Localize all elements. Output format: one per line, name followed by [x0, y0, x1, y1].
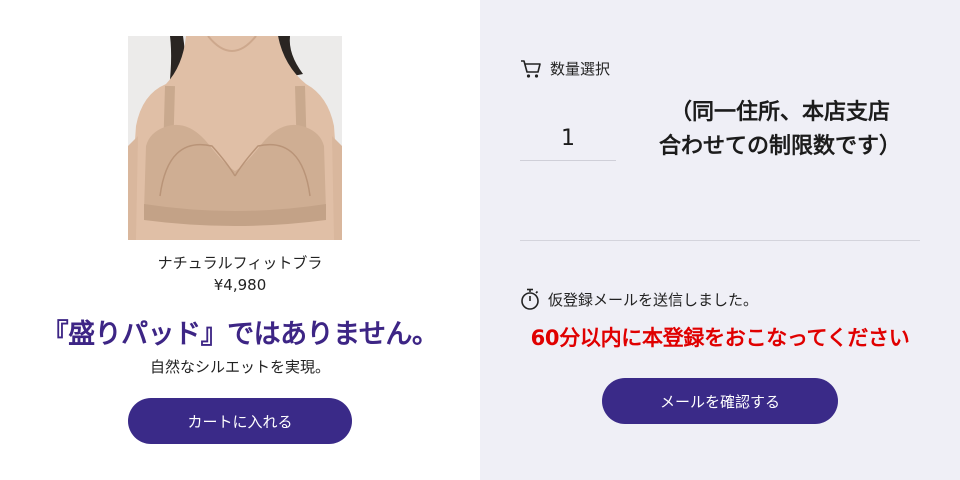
- quantity-input[interactable]: [520, 116, 616, 161]
- product-headline: 『盛りパッド』ではありません。: [41, 319, 439, 350]
- registration-message-text: 仮登録メールを送信しました。: [548, 290, 759, 309]
- product-image: [128, 36, 342, 240]
- page: ナチュラルフィットブラ ¥4,980 『盛りパッド』ではありません。 自然なシル…: [0, 0, 960, 480]
- product-price: ¥4,980: [213, 276, 267, 294]
- quantity-limit-note-line2: 合わせての制限数です）: [658, 134, 901, 159]
- registration-message: 仮登録メールを送信しました。: [520, 288, 758, 310]
- registration-deadline-alert: 60分以内に本登録をおこなってください: [530, 326, 910, 350]
- check-email-button[interactable]: メールを確認する: [602, 378, 838, 424]
- cart-icon: [520, 59, 542, 79]
- product-name: ナチュラルフィットブラ: [157, 254, 323, 272]
- quantity-header-label: 数量選択: [550, 60, 611, 78]
- stopwatch-icon: [520, 288, 540, 310]
- product-photo-illustration: [128, 36, 342, 240]
- section-divider: [520, 240, 920, 241]
- quantity-header: 数量選択: [520, 58, 610, 79]
- quantity-limit-note: （同一住所、本店支店 合わせての制限数です）: [630, 96, 930, 164]
- order-panel: 数量選択 （同一住所、本店支店 合わせての制限数です） 仮登録メールを送信しまし…: [480, 0, 960, 480]
- product-subline: 自然なシルエットを実現。: [149, 358, 330, 376]
- quantity-limit-note-line1: （同一住所、本店支店: [669, 100, 890, 125]
- product-panel: ナチュラルフィットブラ ¥4,980 『盛りパッド』ではありません。 自然なシル…: [0, 0, 480, 480]
- add-to-cart-button[interactable]: カートに入れる: [128, 398, 352, 444]
